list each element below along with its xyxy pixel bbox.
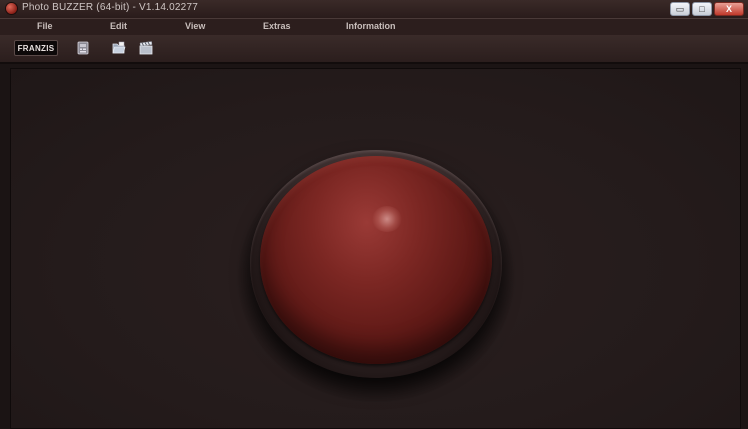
menu-information[interactable]: Information (346, 21, 396, 31)
app-icon (6, 3, 17, 14)
menu-file[interactable]: File (37, 21, 53, 31)
buzzer-highlight (372, 206, 402, 232)
menu-extras[interactable]: Extras (263, 21, 291, 31)
maximize-button[interactable]: □ (692, 2, 712, 16)
camera-settings-icon[interactable] (76, 41, 90, 55)
window-title: Photo BUZZER (64-bit) - V1.14.02277 (22, 2, 198, 13)
franzis-logo: FRANZIS (14, 40, 58, 56)
menu-view[interactable]: View (185, 21, 205, 31)
close-button[interactable]: X (714, 2, 744, 16)
minimize-button[interactable]: ▭ (670, 2, 690, 16)
menu-edit[interactable]: Edit (110, 21, 127, 31)
window-title-bar: Photo BUZZER (64-bit) - V1.14.02277 ▭ □ … (0, 0, 748, 19)
clapperboard-icon[interactable] (139, 41, 153, 55)
buzzer-button[interactable] (260, 156, 492, 364)
menu-bar: File Edit View Extras Information (0, 19, 748, 35)
open-folder-icon[interactable] (112, 41, 126, 55)
window-controls: ▭ □ X (670, 2, 744, 16)
